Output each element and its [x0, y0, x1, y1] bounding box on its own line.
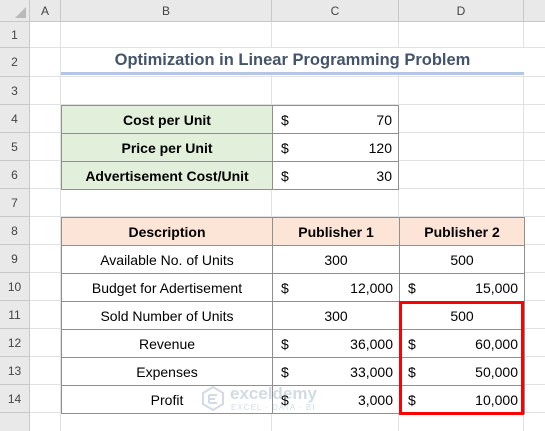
- column-header-c[interactable]: C: [272, 0, 399, 22]
- table-header-publisher-1[interactable]: Publisher 1: [272, 217, 400, 246]
- input-label-price-per-unit[interactable]: Price per Unit: [61, 133, 273, 162]
- row-header-6[interactable]: 6: [0, 161, 30, 189]
- currency-symbol: $: [281, 167, 289, 184]
- table-row-description[interactable]: Sold Number of Units: [61, 301, 273, 330]
- table-cell-publisher-1[interactable]: $ 36,000: [272, 329, 400, 358]
- column-header-b[interactable]: B: [61, 0, 272, 22]
- watermark: exceldemy EXCEL · DATA · BI: [200, 382, 360, 416]
- table-header-publisher-2[interactable]: Publisher 2: [399, 217, 525, 246]
- sheet-title[interactable]: Optimization in Linear Programming Probl…: [61, 48, 524, 75]
- row-header-11[interactable]: 11: [0, 301, 30, 329]
- cell-value: 120: [368, 139, 392, 156]
- row-header-5[interactable]: 5: [0, 133, 30, 161]
- currency-symbol: $: [408, 391, 416, 408]
- table-cell-publisher-2[interactable]: $ 10,000: [399, 385, 525, 414]
- input-label-cost-per-unit[interactable]: Cost per Unit: [61, 105, 273, 134]
- row-header-10[interactable]: 10: [0, 273, 30, 301]
- input-value-price-per-unit[interactable]: $ 120: [272, 133, 399, 162]
- input-label-advertisement-cost[interactable]: Advertisement Cost/Unit: [61, 161, 273, 190]
- input-value-advertisement-cost[interactable]: $ 30: [272, 161, 399, 190]
- cell-value: 12,000: [350, 279, 393, 296]
- row-header-13[interactable]: 13: [0, 357, 30, 385]
- cell-value: 15,000: [475, 279, 518, 296]
- row-header-12[interactable]: 12: [0, 329, 30, 357]
- row-header-7[interactable]: 7: [0, 189, 30, 217]
- watermark-subtitle: EXCEL · DATA · BI: [231, 403, 316, 412]
- table-cell-publisher-2[interactable]: $ 60,000: [399, 329, 525, 358]
- select-all-icon: [15, 7, 26, 18]
- table-header-description[interactable]: Description: [61, 217, 273, 246]
- cell-value: 70: [376, 111, 392, 128]
- table-row-description[interactable]: Budget for Adertisement: [61, 273, 273, 302]
- currency-symbol: $: [281, 139, 289, 156]
- cell-value: 10,000: [475, 391, 518, 408]
- table-cell-publisher-2[interactable]: $ 15,000: [399, 273, 525, 302]
- currency-symbol: $: [281, 335, 289, 352]
- cell-value: 60,000: [475, 335, 518, 352]
- exceldemy-logo-icon: [202, 385, 224, 411]
- row-header-8[interactable]: 8: [0, 217, 30, 245]
- currency-symbol: $: [408, 279, 416, 296]
- currency-symbol: $: [281, 363, 289, 380]
- row-header-14[interactable]: 14: [0, 385, 30, 413]
- cell-value: 3,000: [357, 391, 393, 408]
- row-header-3[interactable]: 3: [0, 77, 30, 105]
- row-header-15[interactable]: [0, 413, 30, 431]
- table-row-description[interactable]: Revenue: [61, 329, 273, 358]
- table-cell-publisher-1[interactable]: $ 12,000: [272, 273, 400, 302]
- select-all-corner[interactable]: [0, 0, 30, 22]
- input-value-cost-per-unit[interactable]: $ 70: [272, 105, 399, 134]
- currency-symbol: $: [281, 111, 289, 128]
- cell-value: 50,000: [475, 363, 518, 380]
- cell-value: 33,000: [350, 363, 393, 380]
- row-header-2[interactable]: 2: [0, 48, 30, 77]
- cell-value: 30: [376, 167, 392, 184]
- row-header-4[interactable]: 4: [0, 105, 30, 133]
- watermark-name: exceldemy: [230, 384, 317, 403]
- table-row-description[interactable]: Available No. of Units: [61, 245, 273, 274]
- table-cell-publisher-2[interactable]: $ 50,000: [399, 357, 525, 386]
- column-header-d[interactable]: D: [399, 0, 524, 22]
- table-cell-publisher-2[interactable]: 500: [399, 245, 525, 274]
- currency-symbol: $: [281, 279, 289, 296]
- table-cell-publisher-1[interactable]: 300: [272, 245, 400, 274]
- row-header-1[interactable]: 1: [0, 22, 30, 48]
- table-cell-publisher-1[interactable]: 300: [272, 301, 400, 330]
- column-header-a[interactable]: A: [30, 0, 61, 22]
- table-cell-publisher-2[interactable]: 500: [399, 301, 525, 330]
- currency-symbol: $: [408, 363, 416, 380]
- currency-symbol: $: [408, 335, 416, 352]
- column-header-e[interactable]: [524, 0, 545, 22]
- row-header-9[interactable]: 9: [0, 245, 30, 273]
- cell-value: 36,000: [350, 335, 393, 352]
